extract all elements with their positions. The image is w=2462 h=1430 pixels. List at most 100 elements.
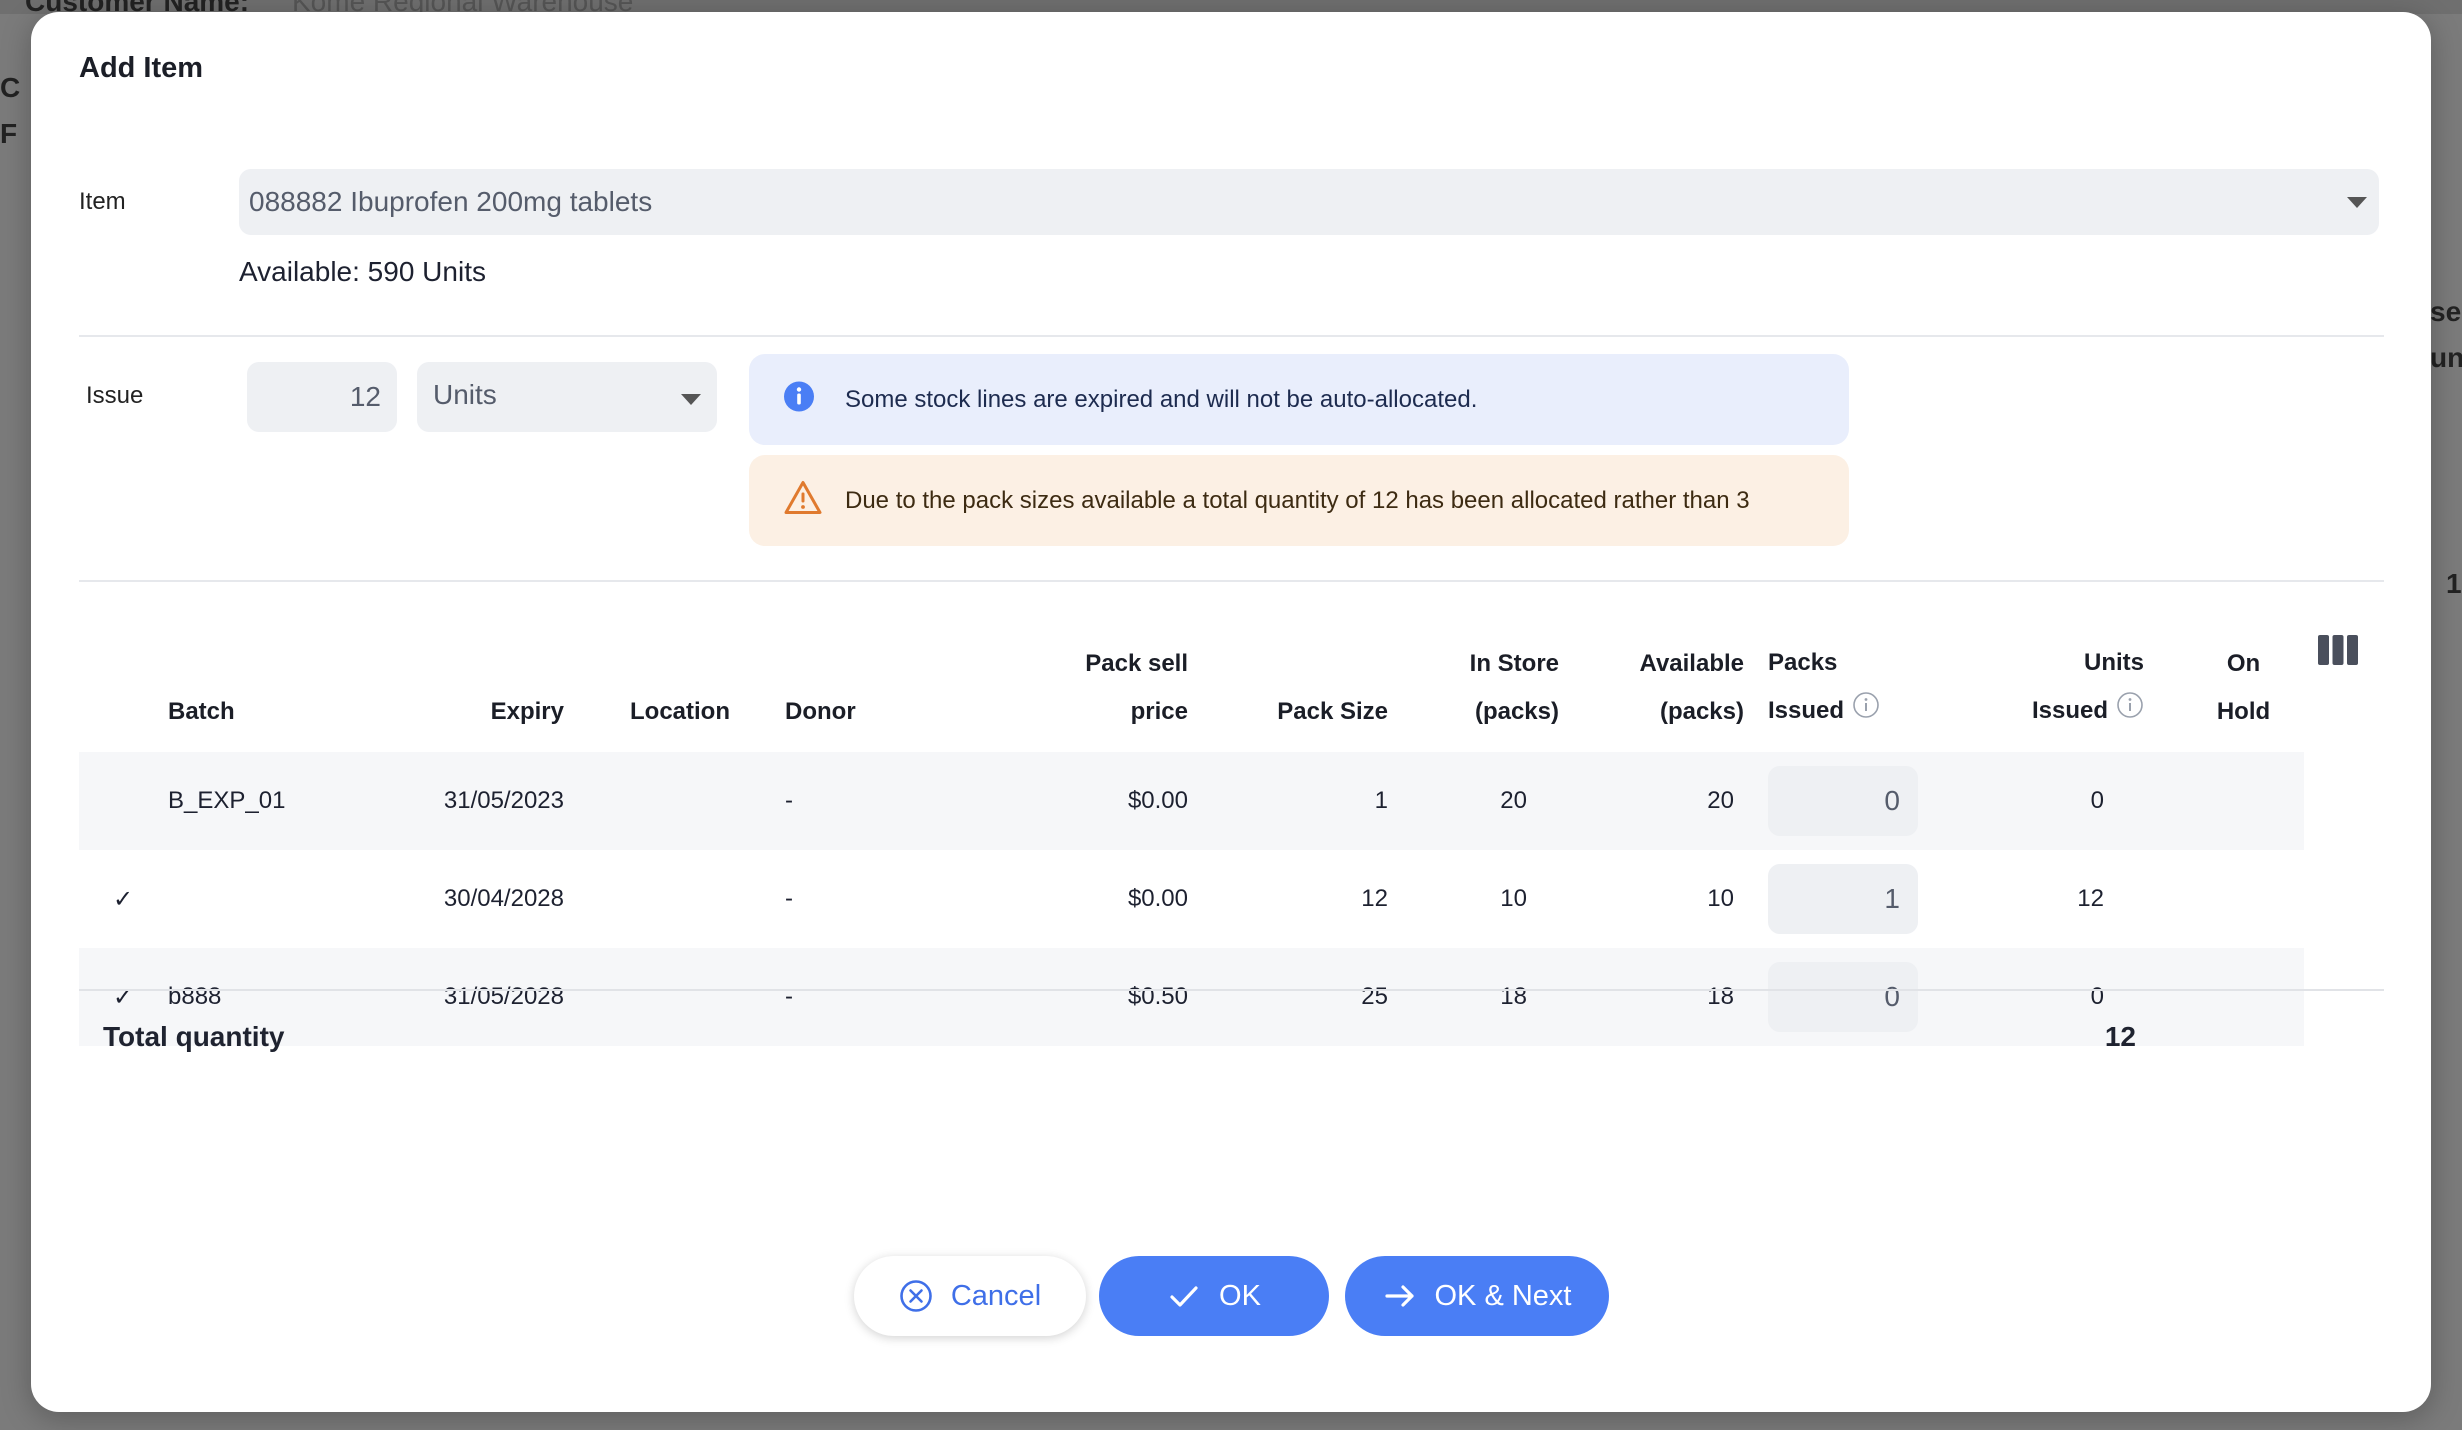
background-left-edge-text: F [0,118,18,149]
header-pack-size[interactable]: Pack Size [1189,597,1389,752]
divider [79,335,2384,337]
row-in-store: 20 [1389,752,1564,850]
total-quantity-label: Total quantity [103,1021,285,1052]
close-circle-icon [900,1280,932,1312]
item-label: Item [79,188,126,215]
row-available: 10 [1707,885,1734,912]
header-packs-issued: Packs Issued [1754,597,1949,752]
warning-alert: Due to the pack sizes available a total … [749,455,1849,546]
row-pack-size: 25 [1189,948,1389,1046]
row-price: $0.00 [1127,885,1188,912]
header-units-issued-line1: Units [2084,649,2144,677]
header-available-line2: (packs) [1659,698,1744,725]
header-batch[interactable]: Batch [167,597,357,752]
issue-label: Issue [86,382,144,409]
row-in-store: 10 [1500,885,1527,912]
row-on-hold[interactable] [2144,752,2304,850]
header-units-issued: Units Issued [1949,597,2144,752]
item-select-value: 088882 Ibuprofen 200mg tablets [249,186,653,217]
background-left-edge-text: C [0,72,21,103]
divider [79,580,2384,582]
row-price: $0.50 [959,948,1189,1046]
stock-lines-table: Batch Expiry Location Donor Pack sell pri… [79,597,2304,1046]
chevron-down-icon [681,394,701,405]
row-on-hold[interactable] [2144,948,2304,1046]
row-available: 20 [1564,752,1754,850]
row-location [604,948,784,1046]
cancel-button-label: Cancel [950,1279,1042,1312]
row-donor: - [784,752,959,850]
table-header-row: Batch Expiry Location Donor Pack sell pri… [79,597,2304,752]
packs-issued-input[interactable]: 1 [1768,864,1918,934]
header-available[interactable]: Available (packs) [1564,597,1754,752]
table-row[interactable]: B_EXP_01 31/05/2023 - $0.00 1 20 20 0 0 [79,752,2304,850]
add-item-dialog: Add Item Item 088882 Ibuprofen 200mg tab… [31,12,2431,1412]
header-in-store[interactable]: In Store (packs) [1389,597,1564,752]
packs-issued-input[interactable]: 0 [1768,962,1918,1032]
row-expiry: 31/05/2023 [357,752,604,850]
header-in-store-line2: (packs) [1474,698,1559,725]
ok-next-button[interactable]: OK & Next [1345,1256,1609,1336]
header-on-hold-line2: Hold [2216,698,2271,725]
header-on-hold-line1: On [2226,650,2261,677]
header-expiry[interactable]: Expiry [357,597,604,752]
header-pack-sell-price-line1: Pack sell [1085,650,1188,677]
total-quantity-value: 12 [2104,1021,2136,1052]
row-location [604,752,784,850]
table-row[interactable]: ✓ 30/04/2028 - $0.00 12 10 10 1 12 [79,850,2304,948]
row-pack-size: 12 [1361,885,1388,912]
header-pack-sell-price-line2: price [1130,698,1188,725]
columns-icon[interactable] [2317,634,2359,671]
chevron-down-icon [2347,197,2367,208]
arrow-right-icon [1384,1285,1414,1307]
info-alert: Some stock lines are expired and will no… [749,354,1849,445]
warning-alert-text: Due to the pack sizes available a total … [845,486,1750,514]
row-on-hold[interactable] [2144,850,2304,948]
row-donor: - [784,948,959,1046]
ok-button[interactable]: OK [1099,1256,1329,1336]
issue-unit-select[interactable]: Units [417,362,717,432]
header-pack-sell-price[interactable]: Pack sell price [959,597,1189,752]
background-right-edge-text: 1 [2446,568,2462,599]
row-batch: B_EXP_01 [167,752,357,850]
check-icon [1170,1286,1198,1307]
info-tooltip-icon[interactable] [1852,688,1880,736]
background-right-edge-text: se [2430,296,2462,327]
row-price: $0.00 [959,752,1189,850]
row-location [604,850,784,948]
issue-quantity-input[interactable]: 12 [247,362,397,432]
row-in-store: 18 [1389,948,1564,1046]
background-right-edge-text: uni [2430,342,2462,373]
warning-icon [783,479,823,522]
table-row[interactable]: ✓ b888 31/05/2028 - $0.50 25 18 18 0 0 [79,948,2304,1046]
cancel-button[interactable]: Cancel [854,1256,1086,1336]
header-units-issued-line2: Issued [2031,697,2108,725]
row-check [79,752,167,850]
info-icon [783,380,815,419]
row-expiry: 31/05/2028 [357,948,604,1046]
dialog-title: Add Item [79,52,204,84]
row-units-issued: 0 [1949,752,2144,850]
header-available-line1: Available [1639,650,1745,677]
info-tooltip-icon[interactable] [2116,688,2144,736]
header-packs-issued-line1: Packs [1768,649,1838,677]
available-quantity: Available: 590 Units [239,256,486,287]
header-donor[interactable]: Donor [784,597,959,752]
row-batch [167,850,357,948]
row-available: 18 [1564,948,1754,1046]
header-in-store-line1: In Store [1469,650,1559,677]
item-select[interactable]: 088882 Ibuprofen 200mg tablets [239,169,2379,235]
ok-button-label: OK [1219,1279,1261,1312]
row-check: ✓ [112,885,134,913]
packs-issued-input[interactable]: 0 [1768,766,1918,836]
ok-next-button-label: OK & Next [1434,1279,1572,1312]
row-expiry: 30/04/2028 [443,885,564,912]
header-packs-issued-line2: Issued [1768,697,1845,725]
row-pack-size: 1 [1189,752,1389,850]
header-location[interactable]: Location [604,597,784,752]
row-units-issued: 12 [2077,885,2104,912]
divider [79,989,2384,991]
header-on-hold[interactable]: On Hold [2144,597,2304,752]
row-donor: - [785,885,793,912]
info-alert-text: Some stock lines are expired and will no… [845,385,1478,413]
